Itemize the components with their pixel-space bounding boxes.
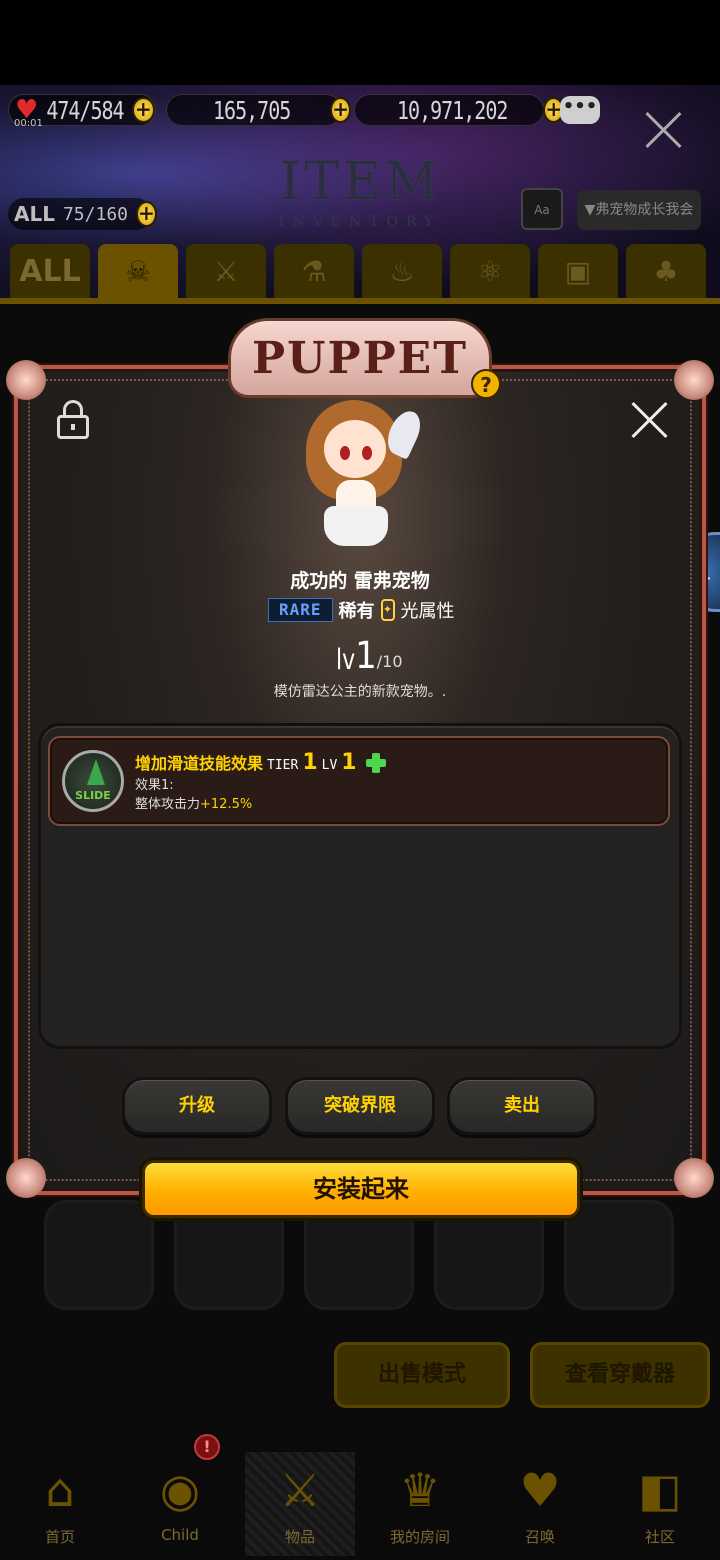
level-prefix: lv bbox=[336, 644, 356, 677]
nav-label: Child bbox=[161, 1526, 199, 1544]
tier-value: 1 bbox=[302, 750, 318, 775]
light-attribute-icon: ✦ bbox=[380, 599, 395, 621]
skill-title-row: 增加滑道技能效果 TIER 1 LV 1 bbox=[135, 750, 387, 775]
lock-icon[interactable] bbox=[56, 400, 90, 440]
view-equipped-button[interactable]: 查看穿戴器 bbox=[530, 1342, 710, 1408]
nav-label: 首页 bbox=[44, 1528, 75, 1546]
status-bar-area bbox=[0, 0, 720, 85]
heart-timer: 00:01 bbox=[14, 118, 43, 129]
crown-wreath-icon: ♛ bbox=[399, 1463, 441, 1517]
add-gems-button[interactable]: + bbox=[330, 97, 352, 123]
summon-bottle-icon: ♥ bbox=[519, 1463, 561, 1517]
inventory-slot[interactable] bbox=[44, 1200, 154, 1310]
skill-lv-label: LV bbox=[321, 758, 338, 773]
nav-home[interactable]: ⌂ 首页 bbox=[5, 1452, 115, 1556]
ornament-corner bbox=[6, 360, 46, 400]
effect-name: 整体攻击力 bbox=[135, 797, 201, 812]
sell-mode-button[interactable]: 出售模式 bbox=[334, 1342, 510, 1408]
nav-my-room[interactable]: ♛ 我的房间 bbox=[365, 1452, 475, 1556]
rarity-badge: RARE bbox=[268, 598, 333, 622]
page-subtitle: INVENTORY bbox=[278, 214, 442, 230]
skill-name: 增加滑道技能效果 bbox=[135, 754, 264, 773]
alert-badge: ! bbox=[194, 1434, 220, 1460]
close-inventory-button[interactable] bbox=[643, 110, 683, 150]
page-title: ITEM bbox=[279, 152, 443, 212]
effect-row: 整体攻击力+12.5% bbox=[135, 793, 252, 812]
child-flame-icon: ◉ bbox=[159, 1463, 201, 1517]
nav-community[interactable]: ◧ 社区 bbox=[605, 1452, 715, 1556]
skill-lv-value: 1 bbox=[341, 750, 357, 775]
install-button[interactable]: 安装起来 bbox=[142, 1160, 580, 1218]
rarity-row: RARE 稀有 ✦ 光属性 bbox=[268, 597, 455, 623]
tab-chest[interactable]: ▣ bbox=[538, 244, 618, 300]
inventory-slot[interactable] bbox=[564, 1200, 674, 1310]
filter-button[interactable]: ▼弗宠物成长我会 bbox=[577, 190, 701, 230]
home-icon: ⌂ bbox=[45, 1463, 75, 1517]
slide-skill-icon: SLIDE bbox=[62, 750, 124, 812]
category-tabs: ALL ☠ ⚔ ⚗ ♨ ⚛ ▣ ♣ bbox=[10, 244, 710, 300]
inventory-count: ALL 75/160 + bbox=[8, 198, 157, 230]
expand-inventory-button[interactable]: + bbox=[136, 201, 157, 227]
sell-button[interactable]: 卖出 bbox=[447, 1077, 597, 1135]
tab-potion[interactable]: ⚗ bbox=[274, 244, 354, 300]
effect-value: +12.5% bbox=[200, 797, 253, 812]
nav-label: 社区 bbox=[644, 1528, 675, 1546]
chat-icon[interactable]: ••• bbox=[560, 96, 600, 124]
ornament-corner bbox=[674, 1158, 714, 1198]
level-current: 1 bbox=[355, 634, 377, 678]
modal-banner: PUPPET bbox=[228, 318, 492, 398]
nav-label: 物品 bbox=[284, 1528, 315, 1546]
gems-resource: 165,705 + bbox=[166, 94, 352, 126]
tab-equipment[interactable]: ⚔ bbox=[186, 244, 266, 300]
pet-name: 成功的 雷弗宠物 bbox=[290, 570, 430, 592]
tab-puppet[interactable]: ☠ bbox=[98, 244, 178, 300]
gems-value: 165,705 bbox=[213, 95, 291, 125]
pet-description: 模仿雷达公主的新款宠物。. bbox=[273, 684, 447, 700]
effect-label: 效果1: bbox=[135, 778, 174, 793]
sort-name-button[interactable]: Aa bbox=[521, 188, 563, 230]
help-icon[interactable]: ? bbox=[471, 369, 501, 399]
add-hearts-button[interactable]: + bbox=[131, 97, 155, 123]
nav-label: 我的房间 bbox=[389, 1528, 450, 1546]
gold-resource: 10,971,202 + bbox=[354, 94, 565, 126]
attribute-text: 光属性 bbox=[400, 601, 455, 622]
all-label: ALL bbox=[14, 202, 55, 226]
pet-level: lv 1 /10 bbox=[336, 634, 403, 678]
ornament-corner bbox=[674, 360, 714, 400]
nav-summon[interactable]: ♥ 召唤 bbox=[485, 1452, 595, 1556]
community-shield-icon: ◧ bbox=[638, 1463, 682, 1517]
nav-child[interactable]: ◉ Child bbox=[125, 1452, 235, 1556]
breakthrough-button[interactable]: 突破界限 bbox=[285, 1077, 435, 1135]
tier-label: TIER bbox=[267, 758, 299, 773]
close-modal-button[interactable] bbox=[630, 400, 670, 440]
pet-portrait bbox=[290, 396, 430, 552]
tab-atom[interactable]: ⚛ bbox=[450, 244, 530, 300]
rarity-text: 稀有 bbox=[338, 601, 375, 622]
tab-cook[interactable]: ♣ bbox=[626, 244, 706, 300]
tab-spa[interactable]: ♨ bbox=[362, 244, 442, 300]
ornament-corner bbox=[6, 1158, 46, 1198]
hearts-value: 474/584 bbox=[46, 95, 124, 125]
upgrade-button[interactable]: 升级 bbox=[122, 1077, 272, 1135]
green-plus-icon[interactable] bbox=[365, 752, 387, 774]
sword-shield-icon: ⚔ bbox=[279, 1463, 321, 1517]
nav-label: 召唤 bbox=[524, 1528, 555, 1546]
level-max: /10 bbox=[376, 652, 403, 671]
tab-all[interactable]: ALL bbox=[10, 244, 90, 300]
nav-items[interactable]: ⚔ 物品 bbox=[245, 1452, 355, 1556]
count-value: 75/160 bbox=[62, 203, 128, 225]
gold-value: 10,971,202 bbox=[397, 95, 508, 125]
